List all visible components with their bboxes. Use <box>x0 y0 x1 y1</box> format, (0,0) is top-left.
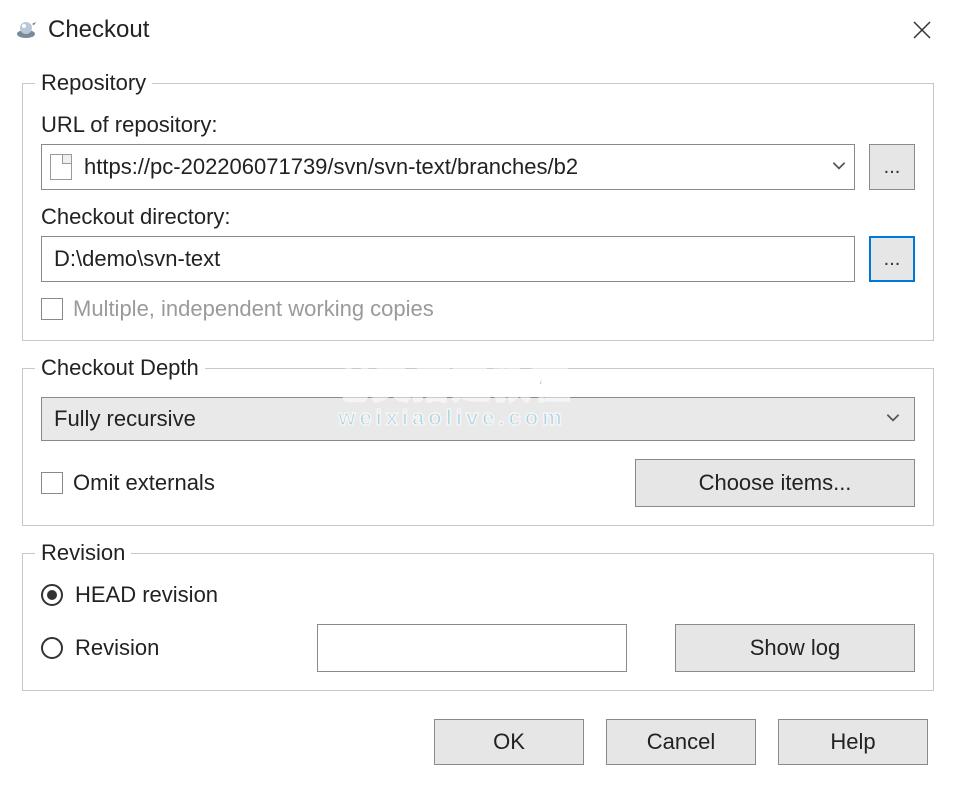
repository-legend: Repository <box>35 70 152 96</box>
omit-externals-label: Omit externals <box>73 470 215 496</box>
depth-group: Checkout Depth Fully recursive Omit exte… <box>22 355 934 526</box>
close-button[interactable] <box>902 10 942 50</box>
depth-select[interactable]: Fully recursive <box>41 397 915 441</box>
url-label: URL of repository: <box>41 112 915 138</box>
multiple-copies-label: Multiple, independent working copies <box>73 296 434 322</box>
dir-input[interactable] <box>41 236 855 282</box>
dir-label: Checkout directory: <box>41 204 915 230</box>
head-revision-radio[interactable] <box>41 584 63 606</box>
head-revision-label: HEAD revision <box>75 582 218 608</box>
ok-button[interactable]: OK <box>434 719 584 765</box>
show-log-button[interactable]: Show log <box>675 624 915 672</box>
url-input[interactable] <box>82 153 830 181</box>
file-icon <box>50 154 72 180</box>
multiple-copies-checkbox[interactable] <box>41 298 63 320</box>
dialog-button-bar: OK Cancel Help <box>22 705 934 765</box>
chevron-down-icon <box>884 408 902 431</box>
window-title: Checkout <box>48 16 902 44</box>
help-button[interactable]: Help <box>778 719 928 765</box>
depth-select-value: Fully recursive <box>54 406 196 432</box>
url-combo[interactable] <box>41 144 855 190</box>
url-browse-button[interactable]: ... <box>869 144 915 190</box>
app-icon <box>14 18 38 42</box>
revision-legend: Revision <box>35 540 131 566</box>
revision-number-label: Revision <box>75 635 159 661</box>
revision-number-radio[interactable] <box>41 637 63 659</box>
titlebar: Checkout <box>0 0 956 60</box>
omit-externals-checkbox[interactable] <box>41 472 63 494</box>
head-revision-row[interactable]: HEAD revision <box>41 582 915 608</box>
dir-browse-button[interactable]: ... <box>869 236 915 282</box>
omit-externals-row: Omit externals <box>41 470 215 496</box>
repository-group: Repository URL of repository: ... Checko… <box>22 70 934 341</box>
chevron-down-icon[interactable] <box>830 156 848 179</box>
multiple-copies-checkbox-row: Multiple, independent working copies <box>41 296 915 322</box>
depth-legend: Checkout Depth <box>35 355 205 381</box>
revision-number-row[interactable]: Revision <box>41 635 301 661</box>
revision-number-input[interactable] <box>317 624 627 672</box>
revision-group: Revision HEAD revision Revision Show log <box>22 540 934 691</box>
choose-items-button[interactable]: Choose items... <box>635 459 915 507</box>
cancel-button[interactable]: Cancel <box>606 719 756 765</box>
